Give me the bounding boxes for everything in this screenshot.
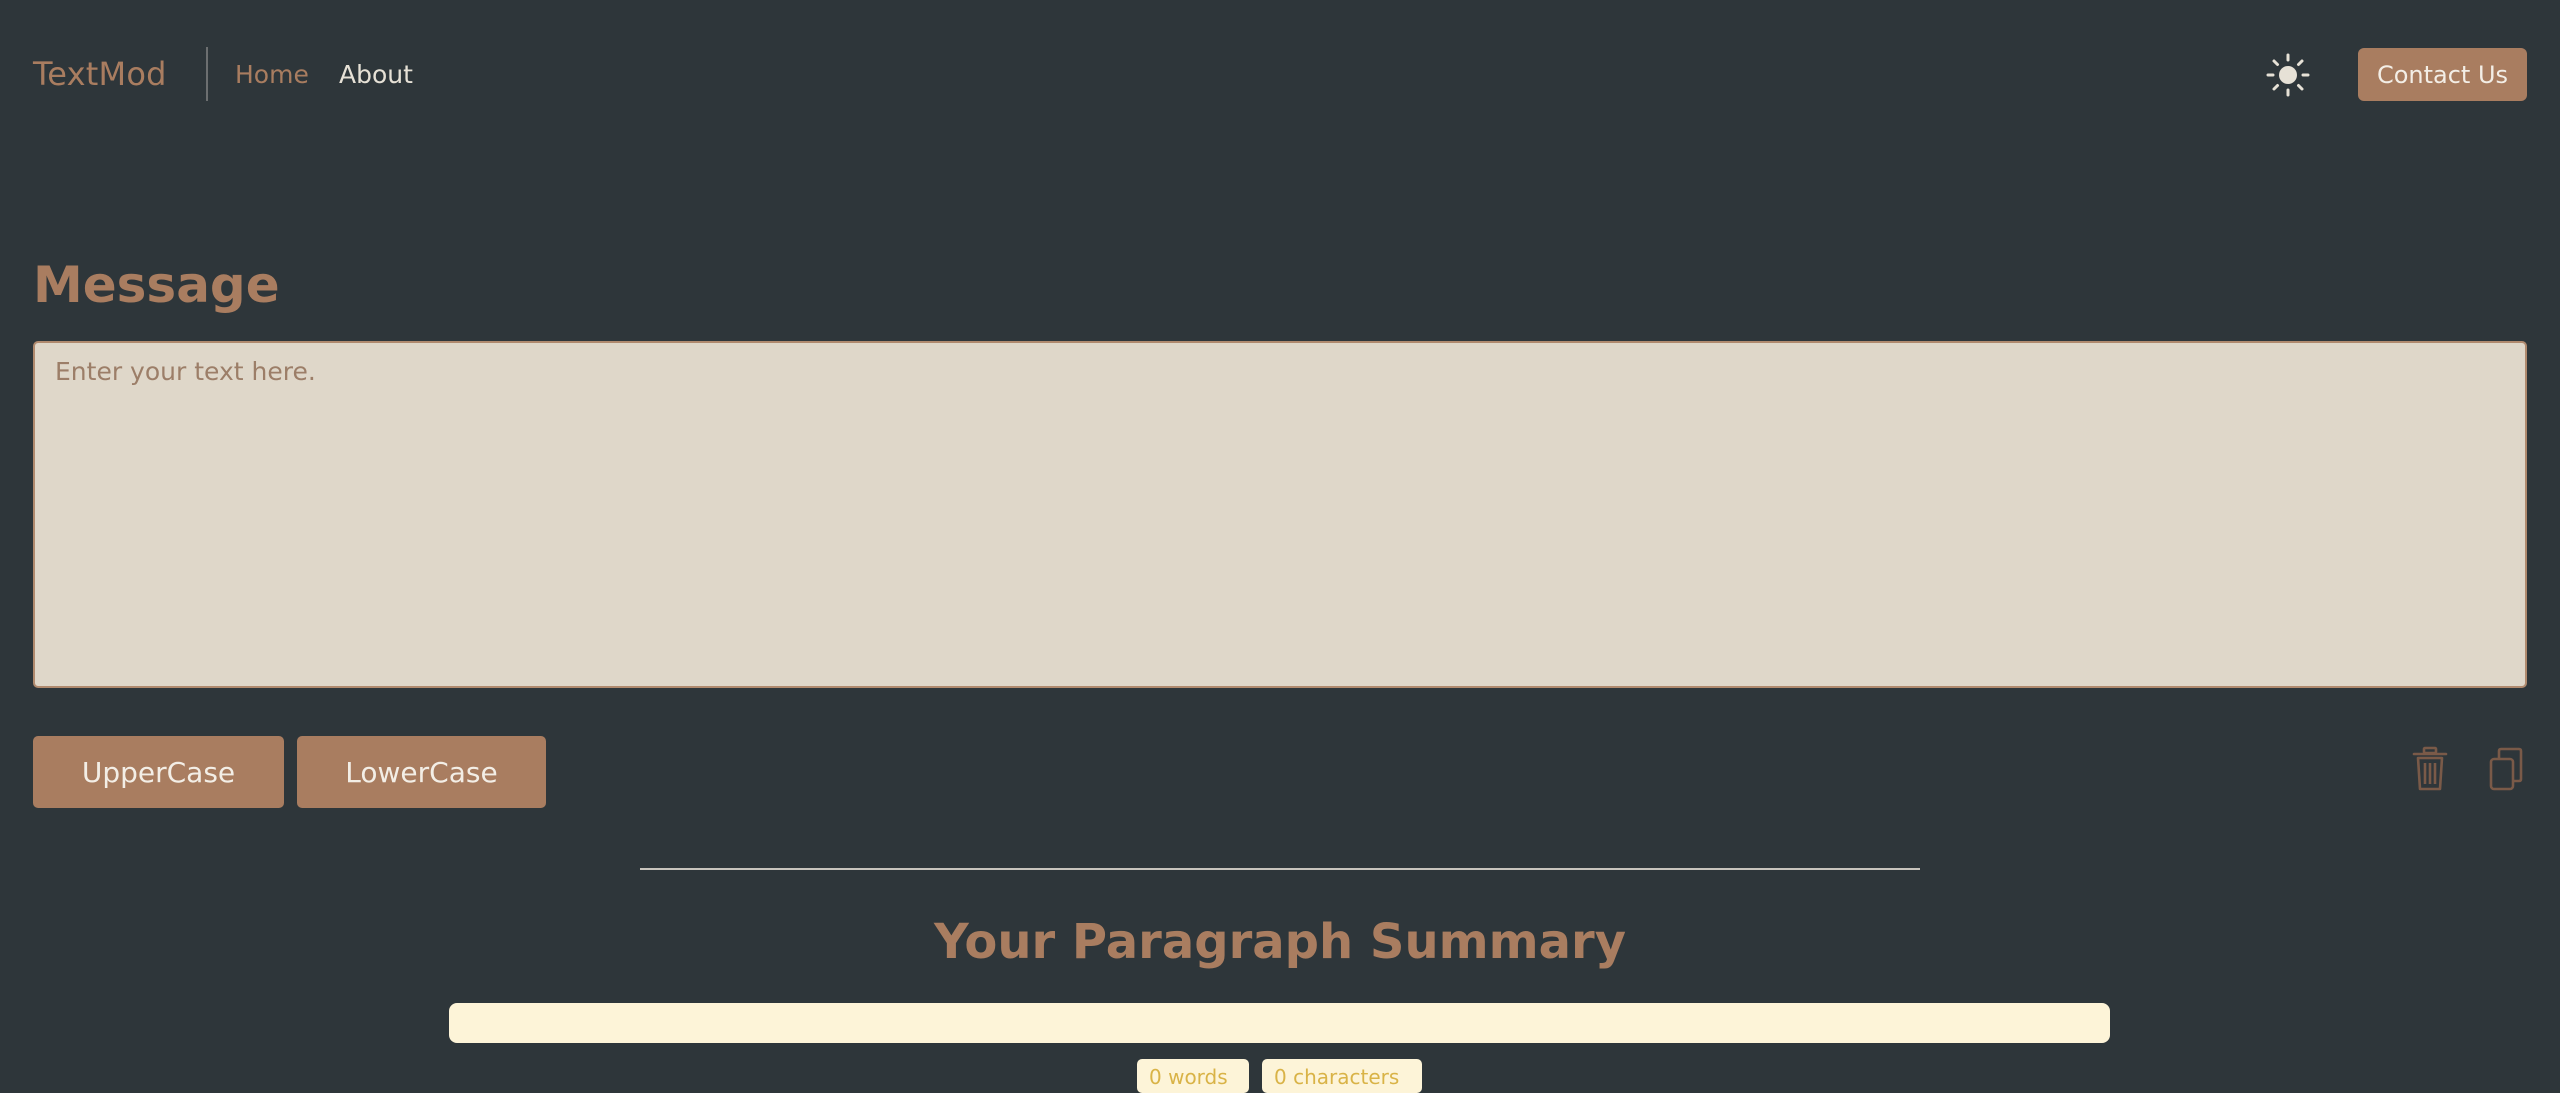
summary-divider (640, 868, 1920, 870)
word-count-badge: 0 words (1137, 1059, 1249, 1093)
character-count-badge: 0 characters (1262, 1059, 1422, 1093)
summary-heading: Your Paragraph Summary (933, 914, 1626, 970)
nav-link-about[interactable]: About (339, 60, 413, 89)
lowercase-button[interactable]: LowerCase (297, 736, 546, 808)
navbar: TextMod Home About Contact Us (0, 0, 2560, 152)
clear-text-button[interactable] (2408, 745, 2452, 793)
brand-logo[interactable]: TextMod (33, 55, 167, 93)
sun-icon (2266, 53, 2310, 97)
message-heading: Message (33, 256, 280, 314)
theme-toggle-button[interactable] (2265, 52, 2311, 98)
contact-us-button[interactable]: Contact Us (2358, 48, 2527, 101)
uppercase-button[interactable]: UpperCase (33, 736, 284, 808)
trash-icon (2412, 746, 2448, 791)
message-textarea[interactable] (33, 341, 2527, 688)
copy-icon (2489, 747, 2523, 791)
summary-preview-box (449, 1003, 2110, 1043)
copy-text-button[interactable] (2484, 745, 2528, 793)
nav-divider (206, 47, 208, 101)
nav-link-home[interactable]: Home (235, 60, 309, 89)
